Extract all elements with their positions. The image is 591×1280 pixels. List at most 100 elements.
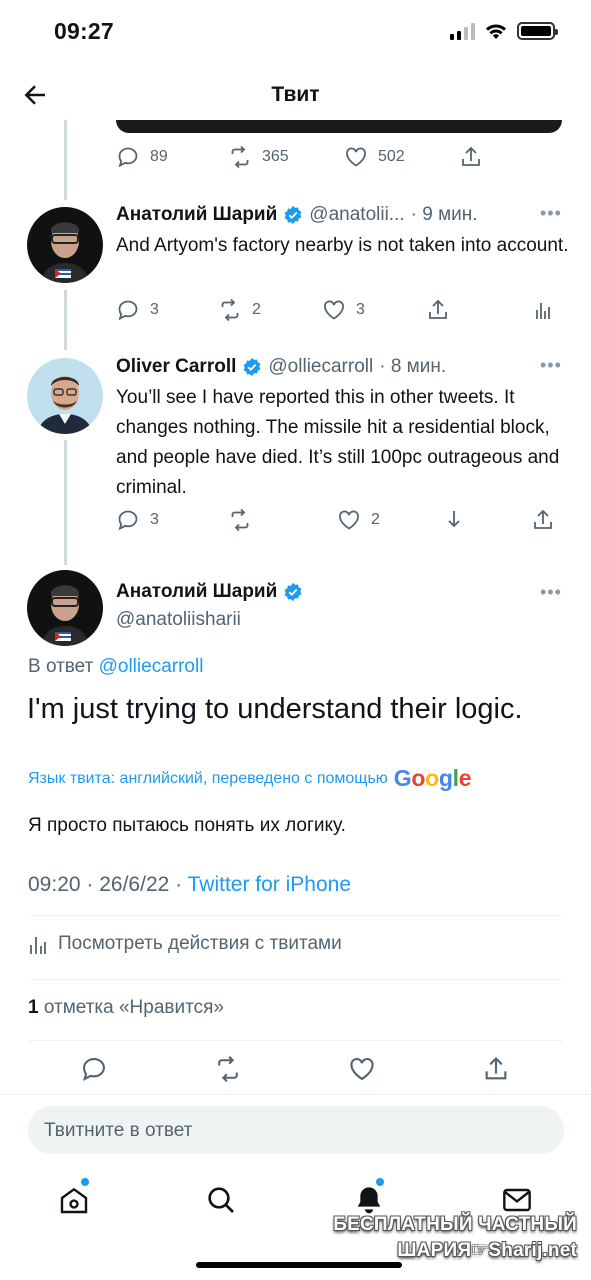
likes-row[interactable]: 1 отметка «Нравится» (28, 997, 224, 1019)
more-options-icon[interactable]: ••• (540, 355, 562, 376)
analytics-icon (30, 937, 46, 954)
battery-icon (517, 22, 558, 40)
translation-row[interactable]: Язык твита: английский, переведено с пом… (28, 765, 472, 792)
analytics-label: Посмотреть действия с твитами (58, 933, 342, 954)
more-options-icon[interactable]: ••• (540, 582, 562, 603)
author-name[interactable]: Oliver Carroll (116, 356, 236, 378)
reply-button[interactable]: 89 (116, 145, 168, 169)
download-icon (448, 511, 460, 528)
retweet-icon (221, 298, 239, 322)
home-icon[interactable] (58, 1184, 90, 1216)
author-handle: @olliecarroll (268, 356, 374, 377)
like-count: 502 (378, 148, 405, 165)
translated-text: Я просто пытаюсь понять их логику. (28, 815, 346, 836)
reply-button[interactable]: 3 (116, 508, 159, 532)
reply-compose-input[interactable]: Твитните в ответ (28, 1106, 564, 1154)
retweet-icon (231, 508, 249, 532)
reply-to-prefix: В ответ (28, 656, 94, 677)
google-logo: Google (393, 765, 472, 791)
retweet-button[interactable]: 365 (228, 145, 289, 169)
analytics-icon (536, 303, 550, 319)
verified-badge-icon (284, 205, 302, 225)
likes-label: отметка «Нравится» (43, 997, 224, 1018)
like-button[interactable]: 2 (337, 508, 380, 532)
author-handle[interactable]: @anatoliisharii (116, 609, 241, 631)
avatar[interactable] (27, 358, 103, 434)
like-button[interactable] (348, 1055, 376, 1083)
like-count: 2 (371, 511, 380, 528)
divider (28, 915, 563, 916)
tweet-media[interactable] (116, 120, 562, 133)
tweet-text: You’ll see I have reported this in other… (116, 387, 560, 498)
reply-to-line: В ответ @olliecarroll (28, 656, 203, 678)
watermark-line-2: ШАРИЯ☞Sharij.net (397, 1240, 577, 1261)
analytics-button[interactable] (531, 298, 555, 322)
reply-button[interactable] (80, 1055, 108, 1083)
share-button[interactable] (531, 508, 555, 532)
thread-line (64, 290, 67, 350)
wifi-icon (486, 24, 506, 39)
share-button[interactable] (482, 1055, 510, 1083)
divider (28, 979, 563, 980)
heart-icon (324, 300, 344, 320)
retweet-button[interactable]: 2 (218, 298, 261, 322)
heart-icon (346, 147, 366, 167)
reply-to-handle[interactable]: @olliecarroll (99, 656, 204, 677)
watermark: БЕСПЛАТНЫЙ ЧАСТНЫЙ ШАРИЯ☞Sharij.net (333, 1212, 577, 1264)
translation-label: Язык твита: английский, переведено с пом… (28, 769, 388, 787)
author-handle: @anatolii... (309, 204, 405, 225)
tweet-time: · 9 мин. (410, 204, 478, 225)
reply-icon (118, 300, 138, 321)
status-time: 09:27 (54, 18, 114, 44)
avatar[interactable] (27, 207, 103, 283)
retweet-icon (218, 1056, 238, 1082)
thread-line (64, 120, 67, 200)
share-icon (485, 1057, 507, 1080)
download-button[interactable] (442, 508, 466, 532)
share-icon (429, 299, 447, 319)
reply-button[interactable]: 3 (116, 298, 159, 322)
like-button[interactable]: 502 (344, 145, 405, 169)
likes-count: 1 (28, 997, 39, 1018)
author-name[interactable]: Анатолий Шарий (116, 204, 277, 226)
heart-icon (350, 1057, 374, 1081)
like-button[interactable]: 3 (322, 298, 365, 322)
home-notification-dot (81, 1178, 89, 1186)
tweet-meta: 09:20 · 26/6/22 · Twitter for iPhone (28, 873, 352, 896)
reply-count: 3 (150, 511, 159, 528)
main-tweet-author: Анатолий Шарий (116, 581, 303, 603)
share-icon (462, 146, 480, 166)
divider (28, 1040, 563, 1041)
retweet-button[interactable] (214, 1055, 242, 1083)
reply-header: Oliver Carroll @olliecarroll · 8 мин. (116, 356, 446, 378)
tweet-date: 26/6/22 (99, 873, 170, 896)
reply-icon (118, 510, 138, 531)
share-button[interactable] (426, 298, 450, 322)
reply-icon (83, 1058, 105, 1081)
status-icons (450, 22, 558, 40)
view-analytics-row[interactable]: Посмотреть действия с твитами (28, 933, 342, 955)
notifications-dot (376, 1178, 384, 1186)
search-icon[interactable] (205, 1184, 237, 1216)
retweet-button[interactable] (228, 508, 252, 532)
reply-icon (118, 147, 138, 168)
divider (0, 1094, 591, 1095)
author-name[interactable]: Анатолий Шарий (116, 581, 277, 603)
share-button[interactable] (459, 145, 483, 169)
retweet-count: 365 (262, 148, 289, 165)
tweet-text: And Artyom's factory nearby is not taken… (116, 235, 569, 256)
reply-count: 3 (150, 301, 159, 318)
tweet-source[interactable]: Twitter for iPhone (188, 873, 351, 896)
heart-icon (339, 510, 359, 530)
reply-header: Анатолий Шарий @anatolii... · 9 мин. (116, 204, 478, 226)
more-options-icon[interactable]: ••• (540, 203, 562, 224)
tweet-time: · 8 мин. (379, 356, 447, 377)
avatar[interactable] (27, 570, 103, 646)
watermark-line-1: БЕСПЛАТНЫЙ ЧАСТНЫЙ (333, 1214, 577, 1235)
retweet-count: 2 (252, 301, 261, 318)
thread-line (64, 440, 67, 565)
verified-badge-icon (284, 582, 302, 602)
reply-count: 89 (150, 148, 168, 165)
signal-icon (450, 22, 475, 40)
page-title: Твит (271, 83, 320, 106)
